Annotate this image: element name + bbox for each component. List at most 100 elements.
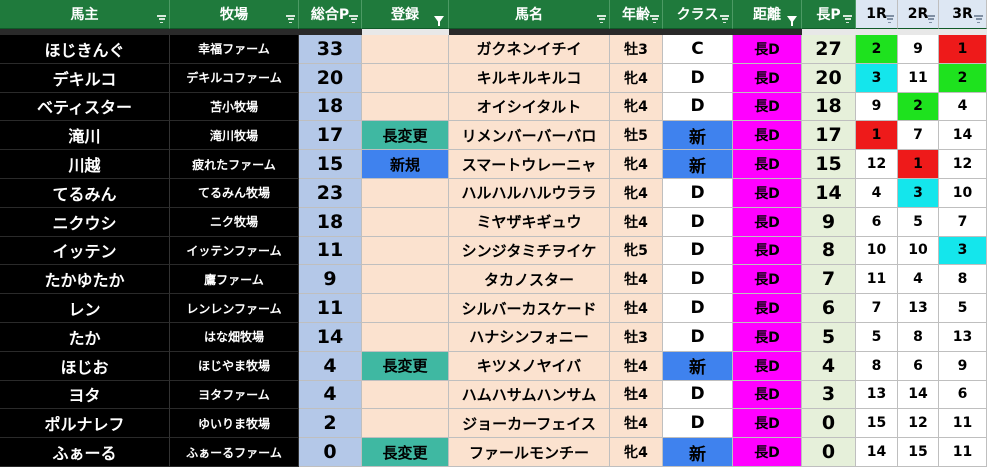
race-2-rank-cell[interactable]: 2	[898, 92, 939, 122]
long-points-cell[interactable]: 14	[802, 178, 856, 208]
owner-cell[interactable]: ベティスター	[0, 92, 170, 122]
long-points-cell[interactable]: 17	[802, 121, 856, 151]
total-points-cell[interactable]: 11	[299, 294, 362, 323]
register-cell[interactable]	[362, 322, 449, 352]
race-2-rank-cell[interactable]: 5	[898, 207, 939, 237]
total-points-cell[interactable]: 11	[299, 236, 362, 266]
horse-name-cell[interactable]: スマートウレーニャ	[449, 150, 610, 179]
owner-cell[interactable]: ほじお	[0, 351, 170, 381]
class-cell[interactable]: D	[663, 294, 733, 323]
class-cell[interactable]: D	[663, 380, 733, 410]
farm-cell[interactable]: 苫小牧場	[170, 92, 299, 122]
distance-cell[interactable]: 長D	[733, 294, 802, 323]
horse-name-cell[interactable]: ミヤザキギュウ	[449, 207, 610, 237]
distance-cell[interactable]: 長D	[733, 438, 802, 467]
age-cell[interactable]: 牝4	[610, 92, 663, 122]
long-points-cell[interactable]: 15	[802, 150, 856, 179]
distance-cell[interactable]: 長D	[733, 207, 802, 237]
age-cell[interactable]: 牡4	[610, 294, 663, 323]
header-age[interactable]: 年齢	[610, 0, 663, 29]
filter-dropdown-icon[interactable]	[286, 15, 295, 23]
horse-name-cell[interactable]: タカノスター	[449, 265, 610, 295]
race-2-rank-cell[interactable]: 13	[898, 294, 939, 323]
race-3-rank-cell[interactable]: 6	[939, 380, 987, 410]
long-points-cell[interactable]: 20	[802, 63, 856, 93]
header-long-points[interactable]: 長P	[802, 0, 856, 29]
class-cell[interactable]: 新	[663, 150, 733, 179]
race-1-rank-cell[interactable]: 6	[856, 207, 898, 237]
owner-cell[interactable]: レン	[0, 294, 170, 323]
long-points-cell[interactable]: 18	[802, 92, 856, 122]
race-3-rank-cell[interactable]: 8	[939, 265, 987, 295]
race-3-rank-cell[interactable]: 14	[939, 121, 987, 151]
age-cell[interactable]: 牡4	[610, 380, 663, 410]
register-cell[interactable]	[362, 207, 449, 237]
horse-name-cell[interactable]: ハムハサムハンサム	[449, 380, 610, 410]
total-points-cell[interactable]: 2	[299, 409, 362, 439]
race-2-rank-cell[interactable]: 14	[898, 380, 939, 410]
race-1-rank-cell[interactable]: 10	[856, 236, 898, 266]
distance-cell[interactable]: 長D	[733, 351, 802, 381]
total-points-cell[interactable]: 14	[299, 322, 362, 352]
register-cell[interactable]	[362, 35, 449, 64]
register-cell[interactable]	[362, 236, 449, 266]
header-register[interactable]: 登録	[362, 0, 449, 29]
owner-cell[interactable]: ポルナレフ	[0, 409, 170, 439]
farm-cell[interactable]: イッテンファーム	[170, 236, 299, 266]
distance-cell[interactable]: 長D	[733, 322, 802, 352]
horse-name-cell[interactable]: ジョーカーフェイス	[449, 409, 610, 439]
long-points-cell[interactable]: 6	[802, 294, 856, 323]
farm-cell[interactable]: てるみん牧場	[170, 178, 299, 208]
age-cell[interactable]: 牡4	[610, 351, 663, 381]
filter-dropdown-icon[interactable]	[650, 15, 659, 23]
long-points-cell[interactable]: 0	[802, 438, 856, 467]
age-cell[interactable]: 牝4	[610, 178, 663, 208]
owner-cell[interactable]: たかゆたか	[0, 265, 170, 295]
filter-dropdown-icon[interactable]	[843, 15, 852, 23]
race-3-rank-cell[interactable]: 11	[939, 438, 987, 467]
race-3-rank-cell[interactable]: 7	[939, 207, 987, 237]
horse-name-cell[interactable]: ガクネンイチイ	[449, 35, 610, 64]
farm-cell[interactable]: デキルコファーム	[170, 63, 299, 93]
header-distance[interactable]: 距離	[733, 0, 802, 29]
distance-cell[interactable]: 長D	[733, 121, 802, 151]
header-race-1[interactable]: 1R	[856, 0, 898, 29]
race-2-rank-cell[interactable]: 6	[898, 351, 939, 381]
race-3-rank-cell[interactable]: 13	[939, 322, 987, 352]
long-points-cell[interactable]: 3	[802, 380, 856, 410]
header-race-2[interactable]: 2R	[898, 0, 939, 29]
horse-name-cell[interactable]: ハナシンフォニー	[449, 322, 610, 352]
total-points-cell[interactable]: 4	[299, 351, 362, 381]
age-cell[interactable]: 牡4	[610, 265, 663, 295]
owner-cell[interactable]: ほじきんぐ	[0, 35, 170, 64]
header-race-3[interactable]: 3R	[939, 0, 987, 29]
age-cell[interactable]: 牝4	[610, 63, 663, 93]
race-2-rank-cell[interactable]: 8	[898, 322, 939, 352]
owner-cell[interactable]: ニクウシ	[0, 207, 170, 237]
total-points-cell[interactable]: 0	[299, 438, 362, 467]
total-points-cell[interactable]: 15	[299, 150, 362, 179]
distance-cell[interactable]: 長D	[733, 178, 802, 208]
long-points-cell[interactable]: 0	[802, 409, 856, 439]
header-class[interactable]: クラス	[663, 0, 733, 29]
register-cell[interactable]: 長変更	[362, 121, 449, 151]
age-cell[interactable]: 牡4	[610, 207, 663, 237]
filter-funnel-icon[interactable]	[787, 16, 797, 26]
class-cell[interactable]: 新	[663, 438, 733, 467]
long-points-cell[interactable]: 4	[802, 351, 856, 381]
register-cell[interactable]	[362, 178, 449, 208]
race-2-rank-cell[interactable]: 3	[898, 178, 939, 208]
header-farm[interactable]: 牧場	[170, 0, 299, 29]
horse-name-cell[interactable]: シンジタミチヲイケ	[449, 236, 610, 266]
register-cell[interactable]	[362, 294, 449, 323]
farm-cell[interactable]: ヨタファーム	[170, 380, 299, 410]
race-2-rank-cell[interactable]: 15	[898, 438, 939, 467]
distance-cell[interactable]: 長D	[733, 63, 802, 93]
long-points-cell[interactable]: 5	[802, 322, 856, 352]
race-1-rank-cell[interactable]: 9	[856, 92, 898, 122]
race-3-rank-cell[interactable]: 12	[939, 150, 987, 179]
age-cell[interactable]: 牡3	[610, 322, 663, 352]
race-2-rank-cell[interactable]: 9	[898, 35, 939, 64]
total-points-cell[interactable]: 4	[299, 380, 362, 410]
race-1-rank-cell[interactable]: 4	[856, 178, 898, 208]
